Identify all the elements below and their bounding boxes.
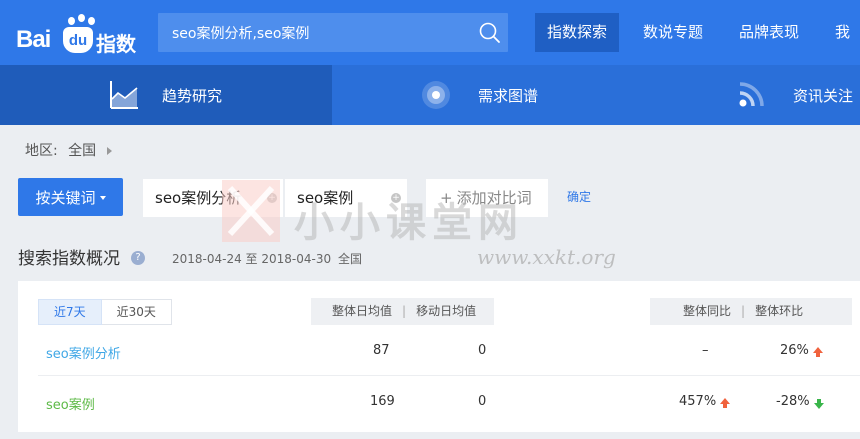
tab-label: 趋势研究 xyxy=(162,86,223,105)
arrow-up-icon xyxy=(720,398,731,408)
range-toggle: 近7天 近30天 xyxy=(38,299,172,325)
paw-toe xyxy=(68,17,75,25)
baidu-index-logo[interactable]: Bai du 指数 xyxy=(16,14,140,56)
overview-title: 搜索指数概况 xyxy=(18,249,120,269)
nav-my[interactable]: 我 xyxy=(823,13,860,52)
range-7-days[interactable]: 近7天 xyxy=(38,299,102,325)
area-chart-icon xyxy=(110,81,138,109)
paw-toe xyxy=(78,14,85,22)
row-mom-cell: -28% xyxy=(776,394,824,409)
change-header: 整体同比 | 整体环比 xyxy=(650,298,852,325)
logo-latin: Bai xyxy=(16,26,51,53)
keyword-chip-text: seo案例 xyxy=(297,189,354,207)
keyword-chip-text: seo案例分析 xyxy=(155,189,242,207)
top-header: Bai du 指数 指数探索 数说专题 品牌表现 我 xyxy=(0,0,860,65)
row-mobile-avg: 0 xyxy=(478,394,487,409)
arrow-up-icon xyxy=(812,347,823,357)
search-input[interactable] xyxy=(158,13,458,52)
feature-tabbar: 趋势研究 需求图谱 资讯关注 xyxy=(0,65,860,125)
overview-panel: 近7天 近30天 整体日均值 | 移动日均值 整体同比 | 整体环比 seo案例分析 8… xyxy=(18,281,860,432)
row-yoy: – xyxy=(702,343,709,358)
chevron-right-icon xyxy=(106,147,112,155)
row-keyword[interactable]: seo案例 xyxy=(46,394,95,413)
row-daily-avg: 87 xyxy=(373,343,390,358)
add-compare-word-button[interactable]: + 添加对比词 xyxy=(426,179,548,217)
row-keyword[interactable]: seo案例分析 xyxy=(46,343,121,362)
help-icon[interactable]: ? xyxy=(131,251,145,265)
logo-badge: du xyxy=(63,27,93,53)
overview-date-range: 2018-04-24 至 2018-04-30 xyxy=(172,252,332,266)
keyword-chip-2[interactable]: seo案例 + xyxy=(285,179,407,217)
avg-header: 整体日均值 | 移动日均值 xyxy=(311,298,494,325)
region-selector[interactable]: 地区: 全国 xyxy=(25,140,112,160)
watermark-url: www.xxkt.org xyxy=(477,245,616,269)
overview-region: 全国 xyxy=(338,252,363,266)
row-mom-cell: 26% xyxy=(780,343,823,358)
row-mobile-avg: 0 xyxy=(478,343,487,358)
row-yoy: 457% xyxy=(679,394,717,409)
search-box xyxy=(158,13,508,52)
radar-icon xyxy=(422,81,450,109)
confirm-link[interactable]: 确定 xyxy=(567,188,591,205)
region-label: 地区: xyxy=(25,143,58,159)
table-row: seo案例 169 0 457% -28% xyxy=(38,377,860,427)
tab-news-focus[interactable]: 资讯关注 xyxy=(735,65,853,125)
keyword-chip-1[interactable]: seo案例分析 + xyxy=(143,179,283,217)
plus-icon[interactable]: + xyxy=(391,193,401,203)
keyword-mode-button[interactable]: 按关键词 xyxy=(18,178,123,216)
plus-icon[interactable]: + xyxy=(267,193,277,203)
caret-down-icon xyxy=(99,196,106,200)
row-mom: 26% xyxy=(780,343,809,358)
top-nav: 指数探索 数说专题 品牌表现 我 xyxy=(535,13,860,52)
add-compare-label: 添加对比词 xyxy=(456,189,532,207)
region-value: 全国 xyxy=(68,143,97,159)
keyword-mode-label: 按关键词 xyxy=(35,188,96,207)
row-daily-avg: 169 xyxy=(370,394,395,409)
rss-icon xyxy=(739,82,764,107)
header-mom: 整体环比 xyxy=(755,304,804,318)
paw-toe xyxy=(88,17,95,25)
nav-brand-performance[interactable]: 品牌表现 xyxy=(727,13,811,52)
arrow-down-icon xyxy=(813,399,824,409)
row-mom: -28% xyxy=(776,394,810,409)
header-mobile-avg: 移动日均值 xyxy=(416,304,477,318)
tab-demand-graph[interactable]: 需求图谱 xyxy=(420,65,538,125)
header-daily-avg: 整体日均值 xyxy=(332,304,393,318)
header-yoy: 整体同比 xyxy=(683,304,732,318)
search-icon[interactable] xyxy=(478,21,502,45)
row-yoy-cell: 457% xyxy=(679,394,731,409)
tab-trend-research[interactable]: 趋势研究 xyxy=(0,65,332,125)
nav-data-topics[interactable]: 数说专题 xyxy=(631,13,715,52)
nav-index-explore[interactable]: 指数探索 xyxy=(535,13,620,52)
table-row: seo案例分析 87 0 – 26% xyxy=(38,326,860,376)
plus-icon: + xyxy=(440,189,453,207)
tab-label: 资讯关注 xyxy=(793,86,854,105)
range-30-days[interactable]: 近30天 xyxy=(101,299,172,325)
logo-chinese: 指数 xyxy=(96,32,136,56)
tab-label: 需求图谱 xyxy=(478,86,539,105)
